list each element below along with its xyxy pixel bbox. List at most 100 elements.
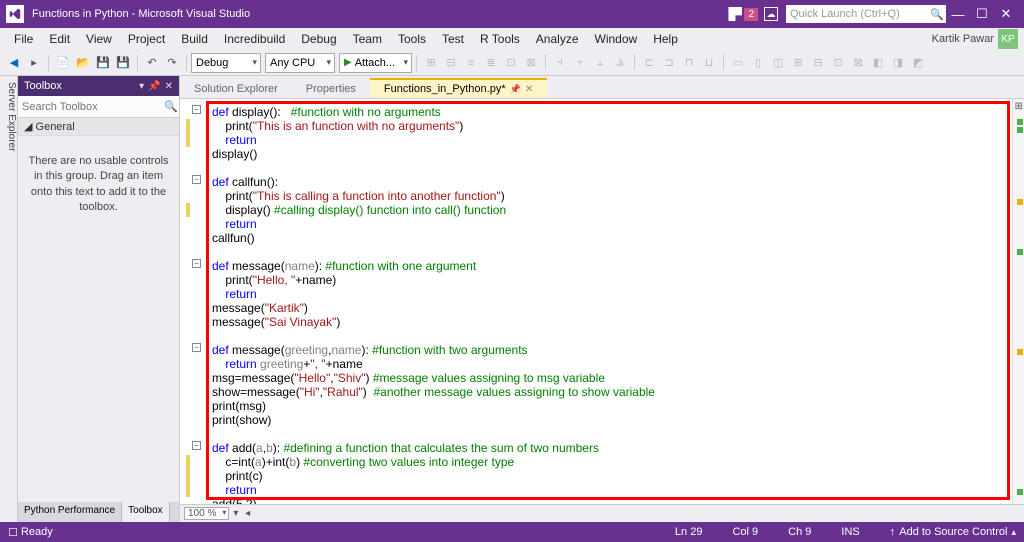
code-editor[interactable]: ⊞ − − − − − def display(): #function wit…: [180, 98, 1024, 504]
solution-platform-combo[interactable]: Any CPU: [265, 53, 335, 73]
new-project-button[interactable]: 📄: [54, 54, 72, 72]
server-explorer-rail[interactable]: Server Explorer: [0, 76, 18, 522]
tool-icon[interactable]: ⊓: [680, 54, 698, 72]
menu-rtools[interactable]: R Tools: [472, 30, 528, 48]
menu-team[interactable]: Team: [345, 30, 390, 48]
maximize-button[interactable]: ☐: [970, 6, 994, 22]
notification-count-badge[interactable]: 2: [744, 8, 758, 21]
panel-close-icon[interactable]: ✕: [165, 81, 173, 92]
tool-icon[interactable]: ⊟: [809, 54, 827, 72]
editor-footer: 100 % ▾ ◂: [180, 504, 1024, 522]
status-ins: INS: [841, 526, 859, 538]
start-attach-button[interactable]: ▶Attach...: [339, 53, 412, 73]
menu-file[interactable]: File: [6, 30, 41, 48]
vs-logo-icon: [6, 5, 24, 23]
toolbox-panel: Toolbox ▾ 📌 ✕ 🔍 ◢ General There are no usa…: [18, 76, 180, 522]
tool-icon[interactable]: ≣: [482, 54, 500, 72]
standard-toolbar: ◀ ▸ 📄 📂 💾 💾 ↶ ↷ Debug Any CPU ▶Attach...…: [0, 50, 1024, 76]
menu-analyze[interactable]: Analyze: [528, 30, 587, 48]
expand-icon[interactable]: ⊞: [1015, 101, 1023, 112]
status-line: Ln 29: [675, 526, 703, 538]
tool-icon[interactable]: ⊠: [522, 54, 540, 72]
toolbox-search-input[interactable]: [22, 101, 164, 113]
nav-fwd-button[interactable]: ▸: [25, 54, 43, 72]
tool-icon[interactable]: ⊠: [849, 54, 867, 72]
tool-icon[interactable]: ⊡: [502, 54, 520, 72]
zoom-combo[interactable]: 100 %: [184, 507, 229, 520]
search-icon: 🔍: [930, 8, 942, 20]
panel-dropdown-icon[interactable]: ▾: [139, 81, 144, 92]
tab-close-icon[interactable]: ✕: [525, 84, 533, 95]
menu-tools[interactable]: Tools: [390, 30, 434, 48]
close-button[interactable]: ✕: [994, 6, 1018, 22]
save-all-button[interactable]: 💾: [114, 54, 132, 72]
tool-icon[interactable]: ▭: [729, 54, 747, 72]
menu-window[interactable]: Window: [587, 30, 646, 48]
redo-button[interactable]: ↷: [163, 54, 181, 72]
undo-button[interactable]: ↶: [143, 54, 161, 72]
tool-icon[interactable]: ⊔: [700, 54, 718, 72]
minimize-button[interactable]: —: [946, 7, 970, 22]
search-icon: 🔍: [164, 100, 178, 113]
tool-icon[interactable]: ⊡: [829, 54, 847, 72]
tool-icon[interactable]: ≡: [462, 54, 480, 72]
tool-icon[interactable]: ◫: [769, 54, 787, 72]
fold-icon[interactable]: −: [192, 105, 201, 114]
fold-icon[interactable]: −: [192, 175, 201, 184]
fold-icon[interactable]: −: [192, 259, 201, 268]
nav-back-button[interactable]: ◀: [5, 54, 23, 72]
menu-bar: File Edit View Project Build Incredibuil…: [0, 28, 1024, 50]
tool-icon[interactable]: ◨: [889, 54, 907, 72]
tool-icon[interactable]: ⫡: [611, 54, 629, 72]
fold-icon[interactable]: −: [192, 343, 201, 352]
user-avatar[interactable]: KP: [998, 29, 1018, 49]
solution-config-combo[interactable]: Debug: [191, 53, 261, 73]
menu-edit[interactable]: Edit: [41, 30, 78, 48]
scroll-arrows[interactable]: ▾ ◂: [233, 508, 252, 519]
open-file-button[interactable]: 📂: [74, 54, 92, 72]
tool-icon[interactable]: ⫞: [551, 54, 569, 72]
tool-icon[interactable]: ◩: [909, 54, 927, 72]
quick-launch-input[interactable]: Quick Launch (Ctrl+Q)🔍: [786, 5, 946, 23]
menu-test[interactable]: Test: [434, 30, 472, 48]
tool-icon[interactable]: ⊞: [422, 54, 440, 72]
window-title: Functions in Python - Microsoft Visual S…: [32, 8, 250, 20]
menu-view[interactable]: View: [78, 30, 120, 48]
tool-icon[interactable]: ⫠: [591, 54, 609, 72]
pin-icon[interactable]: 📌: [510, 84, 521, 95]
tab-toolbox[interactable]: Toolbox: [122, 502, 169, 522]
notification-flag-icon[interactable]: [728, 7, 742, 21]
editor-area: Solution Explorer Properties Functions_i…: [180, 76, 1024, 522]
tab-properties[interactable]: Properties: [292, 80, 370, 98]
toolbox-group-general[interactable]: ◢ General: [18, 118, 179, 136]
tool-icon[interactable]: ⊐: [660, 54, 678, 72]
play-icon: ▶: [344, 57, 352, 68]
toolbox-search[interactable]: 🔍: [18, 96, 179, 118]
tool-icon[interactable]: ◧: [869, 54, 887, 72]
menu-debug[interactable]: Debug: [293, 30, 344, 48]
fold-icon[interactable]: −: [192, 441, 201, 450]
save-button[interactable]: 💾: [94, 54, 112, 72]
side-bottom-tabs: Python Performance Toolbox: [18, 502, 179, 522]
tab-python-performance[interactable]: Python Performance: [18, 502, 122, 522]
feedback-icon[interactable]: ☁: [764, 7, 778, 21]
toolbox-empty-message: There are no usable controls in this gro…: [18, 136, 179, 234]
menu-help[interactable]: Help: [645, 30, 686, 48]
tool-icon[interactable]: ⫟: [571, 54, 589, 72]
tab-solution-explorer[interactable]: Solution Explorer: [180, 80, 292, 98]
tab-active-file[interactable]: Functions_in_Python.py* 📌 ✕: [370, 78, 547, 98]
menu-incredibuild[interactable]: Incredibuild: [216, 30, 293, 48]
panel-pin-icon[interactable]: 📌: [148, 81, 160, 92]
status-col: Col 9: [732, 526, 758, 538]
toolbox-title: Toolbox ▾📌✕: [18, 76, 179, 96]
tool-icon[interactable]: ⊏: [640, 54, 658, 72]
tool-icon[interactable]: ⊟: [442, 54, 460, 72]
tool-icon[interactable]: ▯: [749, 54, 767, 72]
menu-project[interactable]: Project: [120, 30, 173, 48]
source-control-button[interactable]: ↑ Add to Source Control ▴: [890, 526, 1016, 538]
code-content[interactable]: def display(): #function with no argumen…: [212, 105, 1004, 496]
menu-build[interactable]: Build: [173, 30, 216, 48]
signed-in-user[interactable]: Kartik Pawar: [932, 33, 994, 45]
tool-icon[interactable]: ⊞: [789, 54, 807, 72]
status-ch: Ch 9: [788, 526, 811, 538]
